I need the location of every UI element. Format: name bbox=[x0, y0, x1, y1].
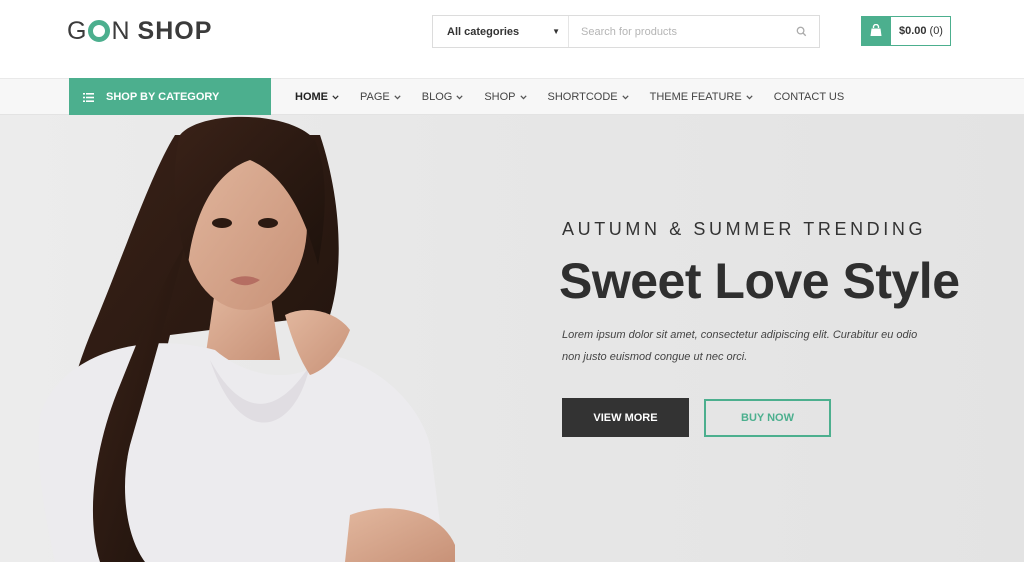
hero-kicker: AUTUMN & SUMMER TRENDING bbox=[562, 219, 927, 239]
cart-total: $0.00 bbox=[899, 25, 927, 37]
menu: HOME PAGE BLOG SHOP SHORTCODE THEME FEAT… bbox=[295, 79, 865, 115]
list-icon bbox=[83, 92, 94, 102]
search-input[interactable] bbox=[569, 16, 783, 47]
nav-item-page[interactable]: PAGE bbox=[360, 91, 401, 103]
shop-by-category-label: SHOP BY CATEGORY bbox=[106, 91, 220, 103]
cart-button[interactable]: $0.00 (0) bbox=[861, 15, 951, 46]
nav-item-theme-feature[interactable]: THEME FEATURE bbox=[650, 91, 753, 103]
chevron-down-icon bbox=[332, 94, 339, 100]
view-more-button[interactable]: VIEW MORE bbox=[562, 398, 689, 437]
nav-item-label: PAGE bbox=[360, 91, 390, 103]
logo-letter-g: G bbox=[67, 16, 88, 45]
caret-down-icon: ▼ bbox=[552, 27, 560, 36]
search-icon bbox=[796, 26, 806, 37]
hero-headline: Sweet Love Style bbox=[559, 253, 960, 309]
nav-item-label: CONTACT US bbox=[773, 91, 845, 103]
search-bar: All categories ▼ bbox=[432, 15, 820, 48]
logo-word-shop: SHOP bbox=[137, 16, 213, 45]
nav-item-contact-us[interactable]: CONTACT US bbox=[774, 91, 845, 103]
hero-description: Lorem ipsum dolor sit amet, consectetur … bbox=[562, 329, 918, 363]
site-logo[interactable]: G N SHOP bbox=[67, 16, 212, 46]
category-select-value: All categories bbox=[447, 25, 520, 38]
nav-item-label: THEME FEATURE bbox=[649, 91, 742, 103]
logo-letter-n: N bbox=[111, 16, 131, 45]
chevron-down-icon bbox=[456, 94, 463, 100]
hero-model-image bbox=[38, 116, 455, 562]
logo-ring-icon bbox=[88, 20, 111, 42]
nav-item-blog[interactable]: BLOG bbox=[422, 91, 464, 103]
nav-item-shop[interactable]: SHOP bbox=[484, 91, 527, 103]
chevron-down-icon bbox=[519, 94, 527, 100]
shopping-bag-icon bbox=[861, 15, 891, 46]
cart-count: (0) bbox=[929, 25, 943, 37]
header: G N SHOP All categories ▼ $0.00 (0) bbox=[0, 0, 1024, 78]
nav-item-home[interactable]: HOME bbox=[295, 91, 339, 103]
nav-item-label: HOME bbox=[295, 91, 328, 103]
search-button[interactable] bbox=[783, 16, 819, 47]
chevron-down-icon bbox=[621, 94, 629, 100]
chevron-down-icon bbox=[394, 94, 401, 100]
shop-by-category-button[interactable]: SHOP BY CATEGORY bbox=[69, 78, 271, 116]
nav-item-label: SHOP bbox=[484, 91, 516, 103]
main-nav: SHOP BY CATEGORY HOME PAGE BLOG SHOP SHO… bbox=[0, 78, 1024, 116]
nav-item-label: BLOG bbox=[421, 91, 453, 103]
hero-slider: AUTUMN & SUMMER TRENDING Sweet Love Styl… bbox=[0, 115, 1024, 562]
nav-item-label: SHORTCODE bbox=[547, 91, 618, 103]
buy-now-button[interactable]: BUY NOW bbox=[704, 399, 831, 437]
nav-item-shortcode[interactable]: SHORTCODE bbox=[548, 91, 629, 103]
category-select[interactable]: All categories ▼ bbox=[433, 16, 569, 47]
chevron-down-icon bbox=[746, 94, 753, 100]
